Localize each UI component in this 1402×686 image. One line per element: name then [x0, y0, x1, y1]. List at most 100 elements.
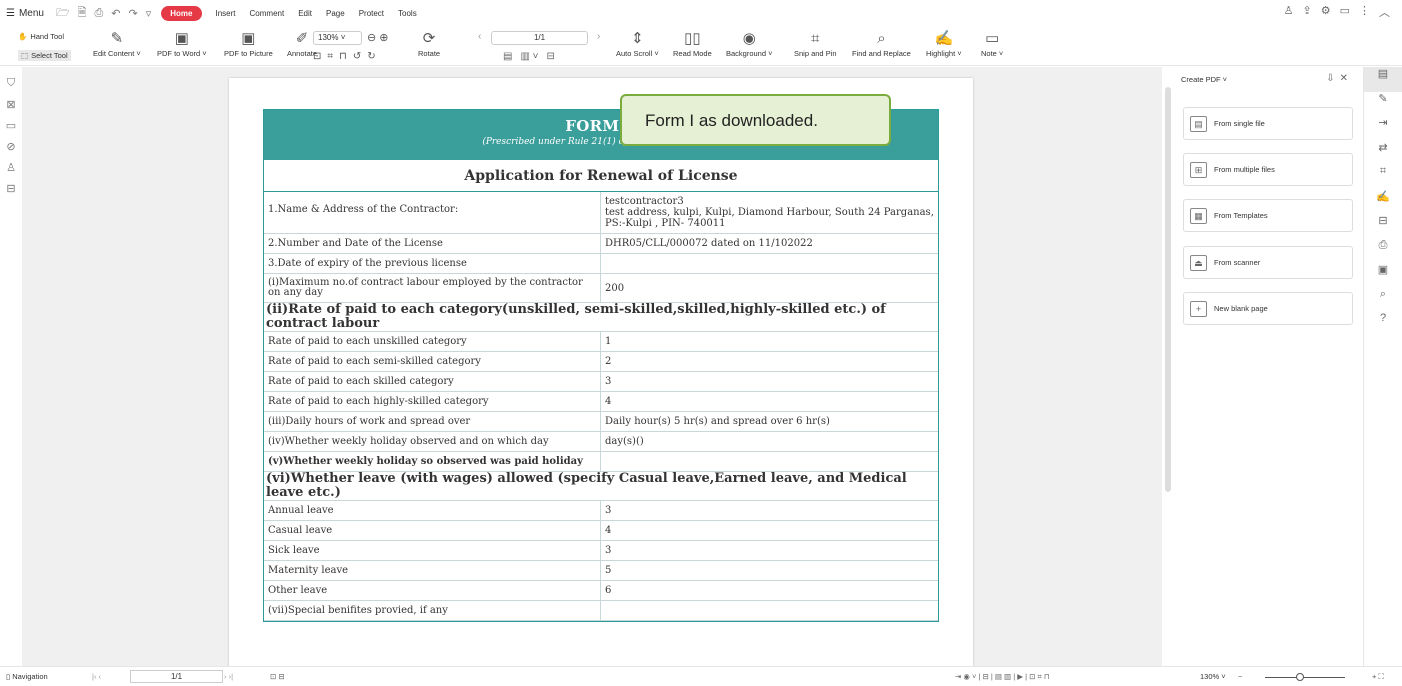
double-page-icon[interactable]: ▥ ˅: [520, 51, 538, 62]
settings-icon[interactable]: ⚙: [1321, 4, 1331, 20]
edit-content-button[interactable]: ✎ Edit Content ˅: [93, 29, 141, 58]
template-icon: ▦: [1190, 207, 1207, 224]
find-replace-button[interactable]: ⌕ Find and Replace: [852, 29, 911, 58]
create-pdf-icon[interactable]: ▤: [1364, 67, 1402, 92]
status-page-input[interactable]: 1/1: [130, 670, 223, 683]
bookmark-icon[interactable]: ⛉: [0, 77, 22, 98]
table-row: Annual leave 3: [264, 501, 938, 521]
save-icon[interactable]: 🗎: [78, 4, 87, 23]
row-label: Casual leave: [264, 521, 601, 540]
zoom-slider-knob[interactable]: [1296, 673, 1304, 681]
zoom-slider[interactable]: [1265, 677, 1345, 678]
tab-page[interactable]: Page: [326, 9, 345, 18]
view-mode-icons[interactable]: ⇥ ◉ ˅ | ⊟ | ▤ ▥ | ▶ | ⊡ ⌗ ⊓: [955, 672, 1050, 682]
prev-page-icon[interactable]: ‹: [478, 31, 481, 42]
actual-size-icon[interactable]: ⊡: [313, 51, 321, 62]
fit-icons[interactable]: ⊡ ⊟: [270, 672, 285, 681]
scrollbar-thumb[interactable]: [1165, 87, 1171, 492]
ocr-icon[interactable]: ⌗: [1364, 165, 1402, 190]
edit-pdf-icon[interactable]: ✎: [1364, 92, 1402, 117]
fit-page-icon[interactable]: ⌗: [327, 51, 333, 62]
attachment-icon[interactable]: ⊘: [0, 140, 22, 161]
note-button[interactable]: ▭ Note ˅: [981, 29, 1003, 58]
next-last-page-icon[interactable]: › ›|: [224, 672, 233, 681]
tab-tools[interactable]: Tools: [398, 9, 417, 18]
tab-protect[interactable]: Protect: [359, 9, 384, 18]
print-icon[interactable]: ⎙: [94, 7, 103, 20]
pdf-to-picture-button[interactable]: ▣ PDF to Picture: [224, 29, 273, 58]
first-prev-page-icon[interactable]: |‹ ‹: [92, 672, 101, 681]
read-mode-button[interactable]: ▯▯ Read Mode: [673, 29, 712, 58]
customize-icon[interactable]: ▿: [146, 7, 152, 20]
vertical-scrollbar[interactable]: [1163, 71, 1173, 664]
navigation-button[interactable]: ▯ Navigation: [6, 672, 48, 681]
table-row: (iv)Whether weekly holiday observed and …: [264, 432, 938, 452]
print-panel-icon[interactable]: ⎙: [1364, 239, 1402, 264]
zoom-select[interactable]: 130% ˅: [313, 31, 362, 45]
fit-width-icon[interactable]: ⊓: [339, 51, 347, 62]
edit-content-label: Edit Content ˅: [93, 49, 141, 58]
comment-icon[interactable]: ▭: [1340, 4, 1350, 20]
pdf-to-word-button[interactable]: ▣ PDF to Word ˅: [157, 29, 207, 58]
close-icon[interactable]: ✕: [1340, 73, 1353, 84]
account-icon[interactable]: ♙: [1284, 4, 1294, 20]
export-icon[interactable]: ⇥: [1364, 116, 1402, 141]
continuous-icon[interactable]: ⊟: [547, 51, 555, 62]
share-icon[interactable]: ⇪: [1303, 4, 1312, 20]
zoom-in-icon[interactable]: ⊕: [379, 31, 388, 44]
compress-icon[interactable]: ▣: [1364, 263, 1402, 288]
zoom-out-icon[interactable]: ⊖: [367, 31, 376, 44]
highlight-icon: ✍: [934, 30, 954, 47]
single-page-icon[interactable]: ▤: [503, 51, 512, 62]
signature-icon[interactable]: ♙: [0, 161, 22, 182]
search-panel-icon[interactable]: ⊟: [0, 182, 22, 203]
auto-scroll-icon: ⇕: [631, 30, 644, 47]
thumbnail-icon[interactable]: ⊠: [0, 98, 22, 119]
rotate-button[interactable]: ⟳ Rotate: [418, 29, 440, 58]
page-input[interactable]: 1/1: [491, 31, 588, 45]
zoom-panel-icon[interactable]: ⌕: [1364, 288, 1402, 313]
snip-and-pin-button[interactable]: ⌗ Snip and Pin: [794, 29, 837, 58]
row-label: Rate of paid to each unskilled category: [264, 332, 601, 351]
highlight-button[interactable]: ✍ Highlight ˅: [926, 29, 962, 58]
help-icon[interactable]: ?: [1364, 312, 1402, 337]
pin-icon[interactable]: ⇩: [1326, 73, 1339, 84]
from-scanner-button[interactable]: ⏏ From scanner: [1183, 246, 1353, 279]
rotate-right-icon[interactable]: ↻: [367, 51, 375, 62]
split-icon[interactable]: ⊟: [1364, 214, 1402, 239]
book-icon: ▯▯: [684, 30, 701, 47]
collapse-icon[interactable]: ︿: [1379, 4, 1390, 20]
panel-title[interactable]: Create PDF ˅: [1181, 75, 1227, 84]
more-icon[interactable]: ⋮: [1359, 4, 1370, 20]
redo-icon[interactable]: ↷: [129, 7, 138, 20]
from-templates-button[interactable]: ▦ From Templates: [1183, 199, 1353, 232]
menu-button[interactable]: ☰ Menu: [6, 8, 44, 19]
status-zoom[interactable]: 130% ˅: [1200, 672, 1226, 681]
rotate-left-icon[interactable]: ↺: [353, 51, 361, 62]
tab-home[interactable]: Home: [161, 5, 202, 21]
row-value: 5: [605, 565, 612, 576]
tab-comment[interactable]: Comment: [250, 9, 285, 18]
open-icon[interactable]: 🗁: [56, 4, 70, 23]
hand-tool-button[interactable]: ✋ Hand Tool: [18, 32, 64, 41]
auto-scroll-button[interactable]: ⇕ Auto Scroll ˅: [616, 29, 659, 58]
convert-icon[interactable]: ⇄: [1364, 141, 1402, 166]
zoom-in-small-icon[interactable]: + ⛶: [1372, 672, 1384, 682]
form-title: Application for Renewal of License: [264, 160, 938, 192]
zoom-out-small-icon[interactable]: −: [1238, 672, 1242, 681]
next-page-icon[interactable]: ›: [597, 31, 600, 42]
select-tool-button[interactable]: ⬚ Select Tool: [18, 50, 71, 61]
from-multiple-files-button[interactable]: ⊞ From multiple files: [1183, 153, 1353, 186]
new-blank-page-button[interactable]: + New blank page: [1183, 292, 1353, 325]
tab-edit[interactable]: Edit: [298, 9, 312, 18]
background-button[interactable]: ◉ Background ˅: [726, 29, 773, 58]
from-single-file-button[interactable]: ▤ From single file: [1183, 107, 1353, 140]
document-canvas[interactable]: FORM V (Prescribed under Rule 21(1) of t…: [22, 67, 1162, 666]
snip-and-pin-label: Snip and Pin: [794, 49, 837, 58]
comments-icon[interactable]: ▭: [0, 119, 22, 140]
undo-icon[interactable]: ↶: [111, 7, 120, 20]
sign-icon[interactable]: ✍: [1364, 190, 1402, 215]
tab-insert[interactable]: Insert: [216, 9, 236, 18]
table-row: Casual leave 4: [264, 521, 938, 541]
row-value: Daily hour(s) 5 hr(s) and spread over 6 …: [605, 416, 830, 427]
